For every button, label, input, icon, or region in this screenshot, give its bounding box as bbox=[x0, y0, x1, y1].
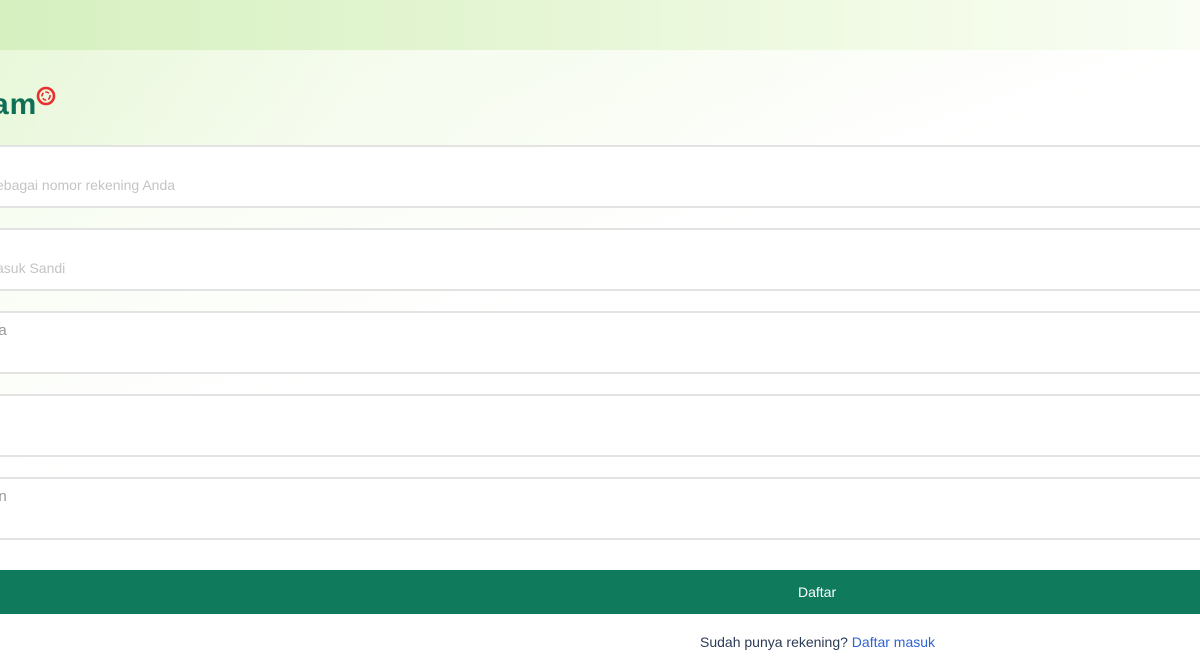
blank-field[interactable] bbox=[0, 394, 1200, 457]
logo-text: am bbox=[0, 88, 38, 121]
page: am na n an Daftar Sudah punya rekening? … bbox=[0, 0, 1200, 666]
register-button-label: Daftar bbox=[798, 584, 837, 600]
background-glow bbox=[0, 50, 1200, 150]
registration-form: na n an bbox=[0, 145, 1200, 560]
password-field[interactable] bbox=[0, 228, 1200, 291]
account-number-input[interactable] bbox=[0, 173, 996, 197]
logo-mark-icon bbox=[36, 86, 56, 106]
name-field-label: na bbox=[0, 322, 7, 339]
login-prompt-text: Sudah punya rekening? bbox=[700, 634, 848, 650]
confirmation-field[interactable]: an bbox=[0, 477, 1200, 540]
name-field[interactable]: na n bbox=[0, 311, 1200, 374]
login-link[interactable]: Daftar masuk bbox=[852, 634, 935, 650]
register-button[interactable]: Daftar bbox=[0, 570, 1200, 614]
confirmation-field-label: an bbox=[0, 488, 7, 505]
account-number-field[interactable] bbox=[0, 145, 1200, 208]
header-banner bbox=[0, 0, 1200, 50]
login-prompt: Sudah punya rekening? Daftar masuk bbox=[700, 634, 935, 650]
password-input[interactable] bbox=[0, 256, 996, 280]
